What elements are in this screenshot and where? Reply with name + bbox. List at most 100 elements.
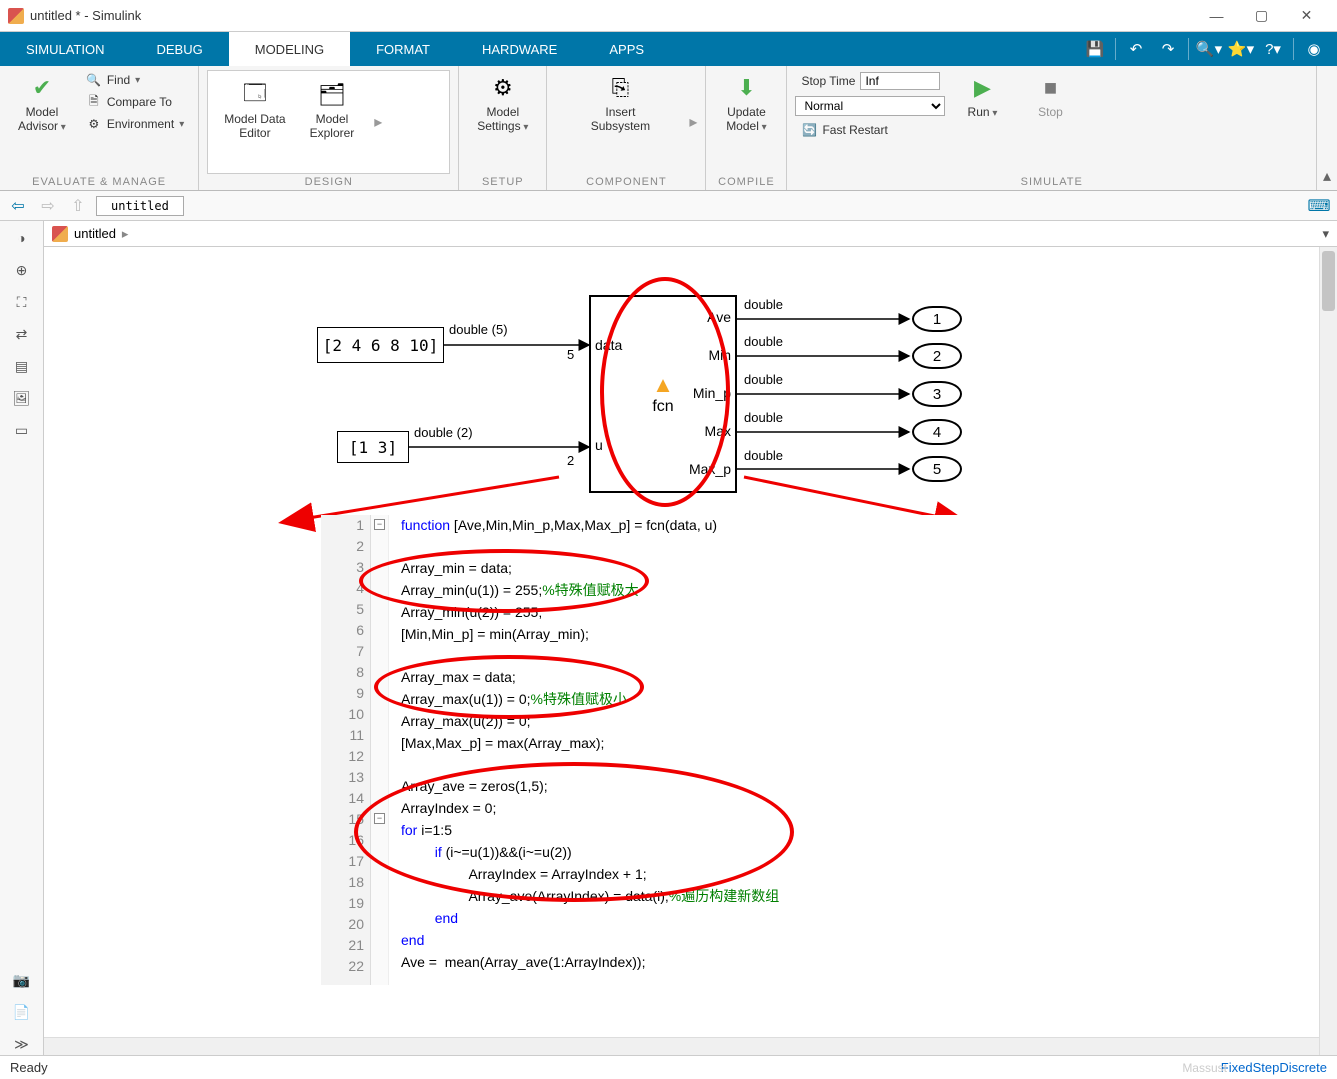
- rect-icon[interactable]: ▭: [11, 419, 33, 441]
- maximize-button[interactable]: ▢: [1239, 1, 1284, 31]
- tab-apps[interactable]: APPS: [583, 32, 670, 66]
- outport-label: Min_p: [693, 385, 731, 401]
- collapse-toolstrip-icon[interactable]: ▴: [1317, 66, 1337, 190]
- matlab-function-block[interactable]: ▲ fcn data u Ave Min Min_p Max Max_p: [589, 295, 737, 493]
- environment-button[interactable]: ⚙Environment ▾: [80, 114, 190, 134]
- save-icon[interactable]: 💾: [1080, 35, 1110, 63]
- simulink-icon: [8, 8, 24, 24]
- close-button[interactable]: ✕: [1284, 1, 1329, 31]
- outport-block[interactable]: 4: [912, 419, 962, 445]
- explorer-icon: 🗂: [318, 81, 346, 109]
- chevron-right-icon: ▸: [122, 226, 129, 242]
- signal-label: double: [744, 372, 783, 387]
- compare-button[interactable]: 🗎Compare To: [80, 92, 190, 112]
- find-button[interactable]: 🔍Find ▾: [80, 70, 190, 90]
- sim-mode-select[interactable]: Normal: [795, 96, 945, 116]
- record-icon[interactable]: 📄: [11, 1001, 33, 1023]
- constant-block-1[interactable]: [2 4 6 8 10]: [317, 327, 444, 363]
- signal-label: double: [744, 297, 783, 312]
- fullscreen-icon[interactable]: ◉: [1299, 35, 1329, 63]
- solver-link[interactable]: FixedStepDiscrete: [1221, 1060, 1327, 1075]
- stop-time-input[interactable]: [860, 72, 940, 90]
- chevron-right-icon[interactable]: ▸: [368, 112, 388, 132]
- outport-block[interactable]: 5: [912, 456, 962, 482]
- gear-icon: ⚙: [489, 74, 517, 102]
- group-label: SIMULATE: [795, 174, 1308, 190]
- inport-label: data: [595, 337, 622, 353]
- camera-icon[interactable]: 📷: [11, 969, 33, 991]
- breadcrumb-model[interactable]: untitled: [74, 226, 116, 241]
- more-icon[interactable]: ≫: [11, 1033, 33, 1055]
- stop-icon: ■: [1036, 74, 1064, 102]
- simulink-canvas[interactable]: [2 4 6 8 10] double (5) 5 [1 3] double (…: [44, 247, 1337, 1055]
- status-bar: Ready FixedStepDiscrete Massust: [0, 1055, 1337, 1079]
- constant-block-2[interactable]: [1 3]: [337, 431, 409, 463]
- keyboard-icon[interactable]: ⌨: [1307, 194, 1331, 218]
- outport-label: Min: [708, 347, 731, 363]
- group-label: DESIGN: [207, 174, 450, 190]
- code-editor[interactable]: 12345678910111213141516171819202122 − − …: [321, 515, 1201, 985]
- code-content[interactable]: function [Ave,Min,Min_p,Max,Max_p] = fcn…: [401, 515, 1201, 985]
- model-settings-button[interactable]: ⚙ Model Settings: [467, 70, 538, 138]
- window-titlebar: untitled * - Simulink — ▢ ✕: [0, 0, 1337, 32]
- fast-restart-button[interactable]: 🔄Fast Restart: [795, 120, 946, 140]
- signal-label: double: [744, 334, 783, 349]
- redo-icon[interactable]: ↷: [1153, 35, 1183, 63]
- tab-hardware[interactable]: HARDWARE: [456, 32, 583, 66]
- scrollbar-vertical[interactable]: [1319, 247, 1337, 1055]
- sample-time-icon[interactable]: ▤: [11, 355, 33, 377]
- nav-forward-button[interactable]: ⇨: [36, 194, 60, 218]
- fcn-name-label: fcn: [652, 398, 674, 416]
- outport-label: Ave: [707, 309, 731, 325]
- update-model-button[interactable]: ⬇ Update Model: [714, 70, 778, 138]
- tab-debug[interactable]: DEBUG: [131, 32, 229, 66]
- outport-label: Max_p: [689, 461, 731, 477]
- window-title: untitled * - Simulink: [30, 8, 141, 23]
- tab-format[interactable]: FORMAT: [350, 32, 456, 66]
- compare-icon: 🗎: [86, 94, 102, 110]
- search-icon[interactable]: 🔍▾: [1194, 35, 1224, 63]
- inport-label: u: [595, 437, 603, 453]
- breadcrumb: untitled ▸ ▾: [44, 221, 1337, 247]
- undo-icon[interactable]: ↶: [1121, 35, 1151, 63]
- tab-modeling[interactable]: MODELING: [229, 32, 350, 66]
- chevron-right-icon[interactable]: ▸: [689, 112, 697, 132]
- nav-back-button[interactable]: ⇦: [6, 194, 30, 218]
- zoom-fit-icon[interactable]: ⊕: [11, 259, 33, 281]
- signal-label: double (2): [414, 425, 473, 440]
- minimize-button[interactable]: —: [1194, 1, 1239, 31]
- help-icon[interactable]: ?▾: [1258, 35, 1288, 63]
- run-button[interactable]: ▶ Run: [950, 70, 1014, 124]
- toggle-icon[interactable]: ⇄: [11, 323, 33, 345]
- stop-button[interactable]: ■ Stop: [1018, 70, 1082, 123]
- watermark: Massust: [1182, 1061, 1227, 1075]
- outport-block[interactable]: 3: [912, 381, 962, 407]
- scrollbar-horizontal[interactable]: [44, 1037, 1319, 1055]
- insert-subsystem-button[interactable]: ⎘ Insert Subsystem: [555, 70, 685, 138]
- stop-time-row: Stop Time: [795, 70, 946, 92]
- matlab-icon: ▲: [652, 372, 674, 398]
- play-icon: ▶: [968, 74, 996, 102]
- favorites-icon[interactable]: ⭐▾: [1226, 35, 1256, 63]
- group-label: COMPILE: [714, 174, 778, 190]
- signal-dim-label: 2: [567, 453, 574, 468]
- model-explorer-button[interactable]: 🗂 Model Explorer: [300, 77, 365, 145]
- tab-simulation[interactable]: SIMULATION: [0, 32, 131, 66]
- table-icon: 🗔: [241, 81, 269, 109]
- nav-up-button[interactable]: ⇧: [66, 194, 90, 218]
- outport-block[interactable]: 2: [912, 343, 962, 369]
- hide-browser-icon[interactable]: ◑: [11, 227, 33, 249]
- group-label: SETUP: [467, 174, 538, 190]
- signal-label: double: [744, 410, 783, 425]
- model-data-editor-button[interactable]: 🗔 Model Data Editor: [214, 77, 295, 145]
- subsystem-icon: ⎘: [606, 74, 634, 102]
- outport-block[interactable]: 1: [912, 306, 962, 332]
- signal-label: double (5): [449, 322, 508, 337]
- fit-view-icon[interactable]: ⛶: [11, 291, 33, 313]
- model-advisor-button[interactable]: ✔ Model Advisor: [8, 70, 76, 138]
- status-text: Ready: [10, 1060, 48, 1075]
- breadcrumb-dropdown[interactable]: ▾: [1322, 226, 1329, 242]
- fold-gutter[interactable]: − −: [371, 515, 389, 985]
- image-icon[interactable]: 🖼: [11, 387, 33, 409]
- model-tab[interactable]: untitled: [96, 196, 184, 216]
